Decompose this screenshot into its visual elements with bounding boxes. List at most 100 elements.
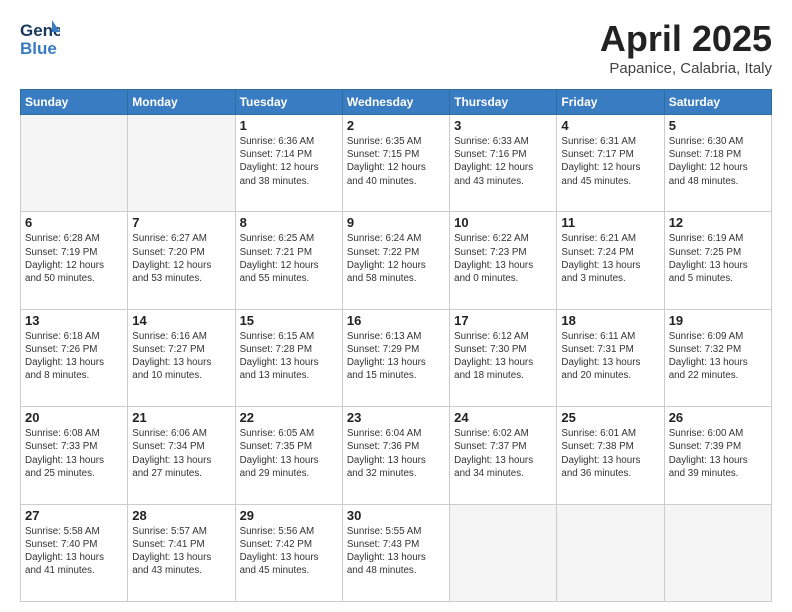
weekday-header-saturday: Saturday: [664, 90, 771, 115]
day-info: Sunrise: 6:02 AM Sunset: 7:37 PM Dayligh…: [454, 427, 552, 480]
day-number: 2: [347, 118, 445, 133]
svg-text:Blue: Blue: [20, 39, 57, 58]
calendar-cell: 25 Sunrise: 6:01 AM Sunset: 7:38 PM Dayli…: [557, 407, 664, 504]
day-number: 29: [240, 508, 338, 523]
day-number: 14: [132, 313, 230, 328]
week-row-0: 1 Sunrise: 6:36 AM Sunset: 7:14 PM Daylig…: [21, 115, 772, 212]
calendar-cell: 15 Sunrise: 6:15 AM Sunset: 7:28 PM Dayli…: [235, 309, 342, 406]
day-info: Sunrise: 6:35 AM Sunset: 7:15 PM Dayligh…: [347, 135, 445, 188]
calendar-cell: 14 Sunrise: 6:16 AM Sunset: 7:27 PM Dayli…: [128, 309, 235, 406]
title-block: April 2025 Papanice, Calabria, Italy: [600, 18, 772, 77]
weekday-header-tuesday: Tuesday: [235, 90, 342, 115]
day-info: Sunrise: 6:01 AM Sunset: 7:38 PM Dayligh…: [561, 427, 659, 480]
day-number: 8: [240, 215, 338, 230]
day-number: 9: [347, 215, 445, 230]
calendar-table: SundayMondayTuesdayWednesdayThursdayFrid…: [20, 89, 772, 602]
weekday-header-sunday: Sunday: [21, 90, 128, 115]
week-row-2: 13 Sunrise: 6:18 AM Sunset: 7:26 PM Dayli…: [21, 309, 772, 406]
day-info: Sunrise: 6:09 AM Sunset: 7:32 PM Dayligh…: [669, 330, 767, 383]
day-number: 1: [240, 118, 338, 133]
day-info: Sunrise: 6:21 AM Sunset: 7:24 PM Dayligh…: [561, 232, 659, 285]
day-info: Sunrise: 6:25 AM Sunset: 7:21 PM Dayligh…: [240, 232, 338, 285]
day-info: Sunrise: 6:16 AM Sunset: 7:27 PM Dayligh…: [132, 330, 230, 383]
day-number: 4: [561, 118, 659, 133]
weekday-header-monday: Monday: [128, 90, 235, 115]
day-info: Sunrise: 6:04 AM Sunset: 7:36 PM Dayligh…: [347, 427, 445, 480]
day-number: 21: [132, 410, 230, 425]
week-row-1: 6Sunrise: 6:28 AM Sunset: 7:19 PM Daylig…: [21, 212, 772, 309]
calendar-cell: 5 Sunrise: 6:30 AM Sunset: 7:18 PM Daylig…: [664, 115, 771, 212]
day-info: Sunrise: 6:31 AM Sunset: 7:17 PM Dayligh…: [561, 135, 659, 188]
day-info: Sunrise: 6:36 AM Sunset: 7:14 PM Dayligh…: [240, 135, 338, 188]
day-info: Sunrise: 6:27 AM Sunset: 7:20 PM Dayligh…: [132, 232, 230, 285]
location-title: Papanice, Calabria, Italy: [600, 60, 772, 77]
day-info: Sunrise: 6:05 AM Sunset: 7:35 PM Dayligh…: [240, 427, 338, 480]
day-info: Sunrise: 5:58 AM Sunset: 7:40 PM Dayligh…: [25, 525, 123, 578]
day-number: 28: [132, 508, 230, 523]
calendar-cell: 20Sunrise: 6:08 AM Sunset: 7:33 PM Dayli…: [21, 407, 128, 504]
calendar-cell: 16 Sunrise: 6:13 AM Sunset: 7:29 PM Dayli…: [342, 309, 449, 406]
calendar-cell: 18 Sunrise: 6:11 AM Sunset: 7:31 PM Dayli…: [557, 309, 664, 406]
day-info: Sunrise: 6:12 AM Sunset: 7:30 PM Dayligh…: [454, 330, 552, 383]
day-number: 6: [25, 215, 123, 230]
page: General Blue April 2025 Papanice, Calabr…: [0, 0, 792, 612]
day-info: Sunrise: 6:30 AM Sunset: 7:18 PM Dayligh…: [669, 135, 767, 188]
calendar-cell: 2 Sunrise: 6:35 AM Sunset: 7:15 PM Daylig…: [342, 115, 449, 212]
day-number: 15: [240, 313, 338, 328]
calendar-cell: 13 Sunrise: 6:18 AM Sunset: 7:26 PM Dayli…: [21, 309, 128, 406]
day-number: 11: [561, 215, 659, 230]
calendar-cell: [450, 504, 557, 601]
day-info: Sunrise: 6:00 AM Sunset: 7:39 PM Dayligh…: [669, 427, 767, 480]
day-number: 12: [669, 215, 767, 230]
weekday-header-thursday: Thursday: [450, 90, 557, 115]
day-number: 5: [669, 118, 767, 133]
header: General Blue April 2025 Papanice, Calabr…: [20, 18, 772, 77]
calendar-cell: [664, 504, 771, 601]
day-number: 13: [25, 313, 123, 328]
calendar-cell: 29 Sunrise: 5:56 AM Sunset: 7:42 PM Dayli…: [235, 504, 342, 601]
calendar-cell: 21Sunrise: 6:06 AM Sunset: 7:34 PM Dayli…: [128, 407, 235, 504]
day-number: 27: [25, 508, 123, 523]
day-info: Sunrise: 5:57 AM Sunset: 7:41 PM Dayligh…: [132, 525, 230, 578]
calendar-cell: 24 Sunrise: 6:02 AM Sunset: 7:37 PM Dayli…: [450, 407, 557, 504]
calendar-cell: 26 Sunrise: 6:00 AM Sunset: 7:39 PM Dayli…: [664, 407, 771, 504]
day-info: Sunrise: 6:15 AM Sunset: 7:28 PM Dayligh…: [240, 330, 338, 383]
day-number: 19: [669, 313, 767, 328]
day-info: Sunrise: 6:24 AM Sunset: 7:22 PM Dayligh…: [347, 232, 445, 285]
day-number: 30: [347, 508, 445, 523]
calendar-cell: 10Sunrise: 6:22 AM Sunset: 7:23 PM Dayli…: [450, 212, 557, 309]
day-info: Sunrise: 6:13 AM Sunset: 7:29 PM Dayligh…: [347, 330, 445, 383]
calendar-cell: 28 Sunrise: 5:57 AM Sunset: 7:41 PM Dayli…: [128, 504, 235, 601]
day-info: Sunrise: 6:18 AM Sunset: 7:26 PM Dayligh…: [25, 330, 123, 383]
logo-svg: General Blue: [20, 18, 60, 62]
calendar-cell: 22 Sunrise: 6:05 AM Sunset: 7:35 PM Dayli…: [235, 407, 342, 504]
calendar-cell: 27 Sunrise: 5:58 AM Sunset: 7:40 PM Dayli…: [21, 504, 128, 601]
day-number: 25: [561, 410, 659, 425]
day-number: 24: [454, 410, 552, 425]
day-info: Sunrise: 6:11 AM Sunset: 7:31 PM Dayligh…: [561, 330, 659, 383]
weekday-header-wednesday: Wednesday: [342, 90, 449, 115]
calendar-cell: 7Sunrise: 6:27 AM Sunset: 7:20 PM Daylig…: [128, 212, 235, 309]
day-number: 23: [347, 410, 445, 425]
day-info: Sunrise: 6:33 AM Sunset: 7:16 PM Dayligh…: [454, 135, 552, 188]
day-number: 26: [669, 410, 767, 425]
day-info: Sunrise: 6:19 AM Sunset: 7:25 PM Dayligh…: [669, 232, 767, 285]
month-title: April 2025: [600, 18, 772, 60]
day-info: Sunrise: 5:55 AM Sunset: 7:43 PM Dayligh…: [347, 525, 445, 578]
calendar-cell: [128, 115, 235, 212]
week-row-4: 27 Sunrise: 5:58 AM Sunset: 7:40 PM Dayli…: [21, 504, 772, 601]
calendar-cell: 3 Sunrise: 6:33 AM Sunset: 7:16 PM Daylig…: [450, 115, 557, 212]
day-number: 3: [454, 118, 552, 133]
calendar-cell: 17Sunrise: 6:12 AM Sunset: 7:30 PM Dayli…: [450, 309, 557, 406]
week-row-3: 20Sunrise: 6:08 AM Sunset: 7:33 PM Dayli…: [21, 407, 772, 504]
calendar-cell: 8 Sunrise: 6:25 AM Sunset: 7:21 PM Daylig…: [235, 212, 342, 309]
calendar-cell: 11 Sunrise: 6:21 AM Sunset: 7:24 PM Dayli…: [557, 212, 664, 309]
calendar-cell: [21, 115, 128, 212]
day-number: 10: [454, 215, 552, 230]
calendar-cell: 23 Sunrise: 6:04 AM Sunset: 7:36 PM Dayli…: [342, 407, 449, 504]
calendar-cell: 6Sunrise: 6:28 AM Sunset: 7:19 PM Daylig…: [21, 212, 128, 309]
day-number: 18: [561, 313, 659, 328]
day-number: 22: [240, 410, 338, 425]
day-number: 16: [347, 313, 445, 328]
day-info: Sunrise: 5:56 AM Sunset: 7:42 PM Dayligh…: [240, 525, 338, 578]
